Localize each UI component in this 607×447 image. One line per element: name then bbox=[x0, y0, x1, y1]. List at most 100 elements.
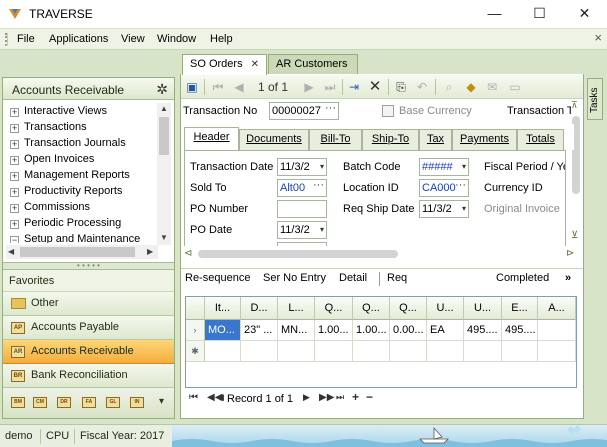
fa-module-icon[interactable]: FA bbox=[82, 397, 96, 408]
subtab-totals[interactable]: Totals bbox=[517, 129, 564, 150]
next-record-icon[interactable]: ▶ bbox=[301, 79, 317, 95]
nav-options-icon[interactable]: ✲ bbox=[156, 81, 168, 98]
transaction-no-field[interactable]: 00000027 ··· bbox=[269, 102, 339, 120]
more-actions-icon[interactable]: » bbox=[565, 272, 571, 284]
transaction-date-field[interactable]: 11/3/2 ▾ bbox=[277, 158, 327, 176]
scroll-right-icon[interactable]: ▶ bbox=[147, 247, 153, 256]
scroll-down-icon[interactable]: ▼ bbox=[160, 233, 168, 242]
column-header-qty-shipped[interactable]: Q... bbox=[353, 297, 390, 320]
new-row-cell[interactable] bbox=[353, 341, 390, 362]
undo-icon[interactable]: ↶ bbox=[414, 79, 430, 95]
subtab-header[interactable]: Header bbox=[184, 127, 239, 151]
nav-remove-icon[interactable]: − bbox=[366, 390, 373, 404]
favorite-accounts-receivable[interactable]: AR Accounts Receivable bbox=[3, 340, 174, 364]
expand-icon[interactable]: + bbox=[10, 220, 19, 229]
ser-no-entry-button[interactable]: Ser No Entry bbox=[263, 272, 326, 284]
lookup-icon[interactable]: ··· bbox=[455, 180, 466, 191]
tag-icon[interactable]: ◆ bbox=[463, 79, 479, 95]
lookup-icon[interactable]: ··· bbox=[313, 180, 324, 191]
expand-icon[interactable]: + bbox=[10, 188, 19, 197]
row-selector-icon[interactable]: › bbox=[186, 320, 205, 341]
grid-cell[interactable]: 1.00... bbox=[315, 320, 353, 341]
cm-module-icon[interactable]: CM bbox=[33, 397, 47, 408]
dropdown-icon[interactable]: ▾ bbox=[320, 222, 324, 238]
column-header-description[interactable]: D... bbox=[241, 297, 278, 320]
favorite-accounts-payable[interactable]: AP Accounts Payable bbox=[3, 316, 174, 340]
nav-splitter[interactable]: • • • • • bbox=[3, 262, 174, 270]
email-icon[interactable]: ✉ bbox=[484, 79, 500, 95]
nav-next-icon[interactable]: ▶ bbox=[303, 392, 310, 403]
new-row-cell[interactable] bbox=[464, 341, 502, 362]
po-number-field[interactable] bbox=[277, 200, 327, 218]
gl-module-icon[interactable]: GL bbox=[106, 397, 120, 408]
column-header-extended[interactable]: E... bbox=[502, 297, 538, 320]
maximize-button[interactable]: ☐ bbox=[517, 0, 562, 28]
first-record-icon[interactable]: ⏮ bbox=[210, 79, 226, 95]
completed-button[interactable]: Completed bbox=[496, 272, 549, 284]
new-row-cell[interactable] bbox=[502, 341, 538, 362]
tree-item-periodic-processing[interactable]: + Periodic Processing bbox=[6, 215, 156, 231]
close-window-button[interactable]: ✕ bbox=[562, 0, 607, 28]
new-row-icon[interactable]: ✱ bbox=[186, 341, 205, 362]
dr-module-icon[interactable]: DR bbox=[57, 397, 71, 408]
close-tab-icon[interactable]: ✕ bbox=[251, 59, 259, 70]
collapse-icon[interactable]: − bbox=[10, 236, 19, 243]
subtab-payments[interactable]: Payments bbox=[452, 129, 517, 150]
expand-icon[interactable]: + bbox=[10, 156, 19, 165]
menu-file[interactable]: File bbox=[17, 33, 35, 45]
in-module-icon[interactable]: IN bbox=[130, 397, 144, 408]
column-header-a[interactable]: A... bbox=[538, 297, 576, 320]
po-date-field[interactable]: 11/3/2 ▾ bbox=[277, 221, 327, 239]
subtab-bill-to[interactable]: Bill-To bbox=[309, 129, 362, 150]
location-id-field[interactable]: CA000 ··· bbox=[419, 179, 469, 197]
grid-cell[interactable]: 495.... bbox=[464, 320, 502, 341]
menu-help[interactable]: Help bbox=[210, 33, 233, 45]
notes-icon[interactable]: ▭ bbox=[507, 79, 523, 95]
favorite-bank-reconciliation[interactable]: BR Bank Reconciliation bbox=[3, 364, 174, 388]
scroll-left-icon[interactable]: ◀ bbox=[8, 247, 14, 256]
tree-item-open-invoices[interactable]: + Open Invoices bbox=[6, 151, 156, 167]
batch-code-field[interactable]: ##### ▾ bbox=[419, 158, 469, 176]
form-scroll-right-icon[interactable]: ⊳ bbox=[566, 248, 574, 259]
column-header-qty-ordered[interactable]: Q... bbox=[315, 297, 353, 320]
new-row-cell[interactable] bbox=[278, 341, 315, 362]
grid-cell[interactable]: 0.00... bbox=[390, 320, 427, 341]
copy-icon[interactable]: ⎘ bbox=[393, 79, 409, 95]
column-header-unit-price[interactable]: U... bbox=[464, 297, 502, 320]
tree-item-management-reports[interactable]: + Management Reports bbox=[6, 167, 156, 183]
subtab-tax[interactable]: Tax bbox=[419, 129, 452, 150]
grid-cell[interactable]: EA bbox=[427, 320, 464, 341]
scroll-up-icon[interactable]: ▲ bbox=[160, 104, 168, 113]
req-button[interactable]: Req bbox=[387, 272, 407, 284]
form-scroll-left-icon[interactable]: ⊲ bbox=[184, 248, 192, 259]
menu-window[interactable]: Window bbox=[157, 33, 196, 45]
new-row-cell[interactable] bbox=[205, 341, 241, 362]
last-record-icon[interactable]: ⏭ bbox=[322, 79, 338, 95]
nav-next-page-icon[interactable]: ▶▶ bbox=[319, 392, 334, 403]
new-row-cell[interactable] bbox=[315, 341, 353, 362]
tree-hscroll-thumb[interactable] bbox=[20, 247, 135, 257]
grid-cell[interactable] bbox=[538, 320, 576, 341]
lookup-icon[interactable]: ··· bbox=[325, 103, 336, 114]
new-row-cell[interactable] bbox=[390, 341, 427, 362]
expand-icon[interactable]: + bbox=[10, 172, 19, 181]
tree-item-transaction-journals[interactable]: + Transaction Journals bbox=[6, 135, 156, 151]
new-row-cell[interactable] bbox=[538, 341, 576, 362]
new-row-cell[interactable] bbox=[241, 341, 278, 362]
tasks-tab[interactable]: Tasks bbox=[587, 78, 603, 120]
tab-so-orders[interactable]: SO Orders ✕ bbox=[182, 54, 267, 75]
nav-prev-icon[interactable]: ◀ bbox=[217, 392, 224, 403]
save-icon[interactable]: ▣ bbox=[184, 79, 200, 95]
tree-item-transactions[interactable]: + Transactions bbox=[6, 119, 156, 135]
new-row-cell[interactable] bbox=[427, 341, 464, 362]
grid-cell[interactable]: 23" ... bbox=[241, 320, 278, 341]
grid-cell[interactable]: MO... bbox=[205, 320, 241, 341]
column-header-item[interactable]: It... bbox=[205, 297, 241, 320]
dropdown-icon[interactable]: ▾ bbox=[462, 201, 466, 217]
tab-ar-customers[interactable]: AR Customers bbox=[268, 54, 358, 74]
delete-record-icon[interactable]: ✕ bbox=[367, 79, 383, 95]
favorites-more-icon[interactable]: ▾ bbox=[159, 396, 164, 407]
nav-add-icon[interactable]: + bbox=[352, 390, 359, 404]
form-hscroll-thumb[interactable] bbox=[198, 250, 398, 258]
nav-first-icon[interactable]: ⏮ bbox=[189, 392, 198, 403]
